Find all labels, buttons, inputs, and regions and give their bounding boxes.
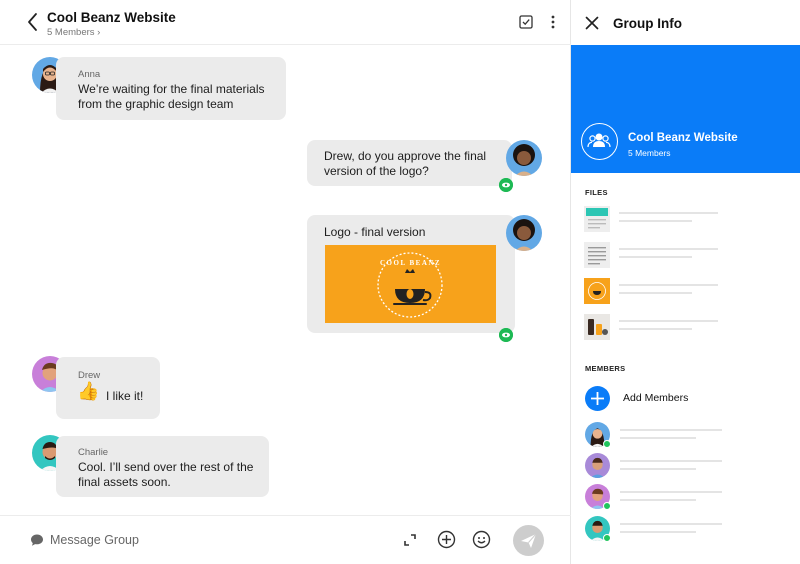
group-info-panel: Group Info Cool Beanz Website 5 Members … (571, 0, 800, 564)
placeholder-line (619, 212, 718, 214)
more-options-icon[interactable] (545, 14, 561, 30)
placeholder-line (620, 523, 722, 525)
group-name: Cool Beanz Website (628, 132, 738, 144)
avatar-self (506, 140, 542, 176)
message-input[interactable] (50, 528, 350, 552)
file-item[interactable] (584, 242, 789, 270)
logo-thumbnail-icon (584, 278, 610, 304)
online-status-dot (603, 440, 611, 448)
plus-icon (591, 392, 604, 405)
group-info-header: Group Info (571, 0, 800, 45)
message-line: We’re waiting for the final materials (78, 82, 265, 96)
task-checkbox-icon[interactable] (518, 14, 534, 30)
placeholder-line (619, 220, 692, 222)
seen-eye-icon (499, 178, 513, 192)
message-composer (0, 515, 571, 564)
placeholder-line (620, 499, 696, 501)
message-line: Drew, do you approve the final (324, 149, 487, 163)
placeholder-line (619, 248, 718, 250)
placeholder-line (619, 320, 718, 322)
file-item[interactable] (584, 314, 789, 342)
message-bubble: Anna We’re waiting for the final materia… (56, 57, 286, 120)
avatar-self (506, 215, 542, 251)
group-banner: Cool Beanz Website 5 Members (571, 45, 800, 173)
file-item[interactable] (584, 278, 789, 306)
members-link[interactable]: 5 Members › (47, 27, 100, 38)
group-avatar (581, 123, 618, 160)
message-line: from the graphic design team (78, 97, 234, 111)
placeholder-line (620, 429, 722, 431)
message-line: I like it! (106, 389, 144, 403)
placeholder-line (620, 468, 696, 470)
members-section-label: MEMBERS (585, 364, 626, 373)
member-avatar (585, 453, 610, 478)
add-members-button[interactable] (585, 386, 610, 411)
online-status-dot (603, 502, 611, 510)
placeholder-line (620, 491, 722, 493)
files-section-label: FILES (585, 188, 608, 197)
logo-text: COOL BEANZ (380, 259, 442, 267)
chat-bubble-icon (31, 534, 43, 546)
add-attachment-icon[interactable] (437, 530, 456, 549)
emoji-icon[interactable] (472, 530, 491, 549)
chat-pane: Cool Beanz Website 5 Members › Anna We’r… (0, 0, 571, 564)
message-line: final assets soon. (78, 475, 171, 489)
member-item[interactable] (585, 516, 790, 542)
online-status-dot (603, 534, 611, 542)
coffee-logo-icon (377, 252, 443, 318)
product-photo-icon (584, 314, 610, 340)
sender-name: Drew (78, 370, 101, 381)
sender-name: Charlie (78, 447, 109, 458)
message-bubble: Charlie Cool. I’ll send over the rest of… (56, 436, 269, 497)
message-bubble: Drew, do you approve the final version o… (307, 140, 512, 186)
placeholder-line (620, 531, 696, 533)
close-icon[interactable] (585, 16, 599, 30)
placeholder-line (619, 284, 718, 286)
expand-icon[interactable] (402, 532, 418, 548)
logo-image[interactable]: COOL BEANZ (325, 245, 496, 323)
message-line: Logo - final version (324, 225, 426, 239)
back-arrow-icon[interactable] (24, 11, 42, 33)
thumbs-up-icon: 👍 (77, 381, 100, 402)
placeholder-line (619, 292, 692, 294)
add-members-label[interactable]: Add Members (623, 392, 688, 404)
sender-name: Anna (78, 69, 101, 80)
placeholder-line (620, 437, 696, 439)
message-line: version of the logo? (324, 164, 429, 178)
text-document-icon (584, 242, 610, 268)
member-item[interactable] (585, 422, 790, 448)
group-people-icon (587, 133, 611, 148)
send-icon (521, 533, 537, 548)
send-button[interactable] (513, 525, 544, 556)
member-item[interactable] (585, 484, 790, 510)
message-line: Cool. I’ll send over the rest of the (78, 460, 254, 474)
file-item[interactable] (584, 206, 789, 234)
document-thumbnail-icon (584, 206, 610, 232)
placeholder-line (619, 328, 692, 330)
seen-eye-icon (499, 328, 513, 342)
chat-title: Cool Beanz Website (47, 10, 176, 25)
placeholder-line (620, 460, 722, 462)
message-bubble: Drew 👍 I like it! (56, 357, 160, 419)
member-item[interactable] (585, 453, 790, 479)
chat-header: Cool Beanz Website 5 Members › (0, 0, 571, 45)
placeholder-line (619, 256, 692, 258)
group-info-title: Group Info (613, 16, 682, 31)
group-member-count: 5 Members (628, 148, 671, 158)
